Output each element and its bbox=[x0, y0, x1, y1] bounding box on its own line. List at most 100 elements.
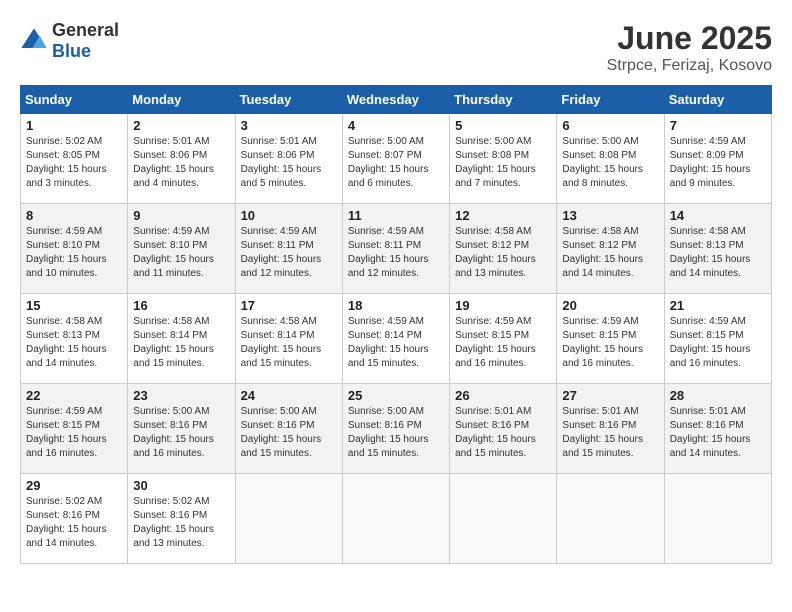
day-number: 11 bbox=[348, 208, 444, 223]
day-number: 7 bbox=[670, 118, 766, 133]
calendar-cell: 19 Sunrise: 4:59 AM Sunset: 8:15 PM Dayl… bbox=[450, 294, 557, 384]
calendar-cell: 27 Sunrise: 5:01 AM Sunset: 8:16 PM Dayl… bbox=[557, 384, 664, 474]
calendar-cell: 30 Sunrise: 5:02 AM Sunset: 8:16 PM Dayl… bbox=[128, 474, 235, 564]
day-info: Sunrise: 5:00 AM Sunset: 8:16 PM Dayligh… bbox=[241, 406, 322, 459]
day-info: Sunrise: 4:59 AM Sunset: 8:10 PM Dayligh… bbox=[26, 226, 107, 279]
day-number: 10 bbox=[241, 208, 337, 223]
calendar-cell bbox=[342, 474, 449, 564]
day-number: 25 bbox=[348, 388, 444, 403]
day-info: Sunrise: 5:02 AM Sunset: 8:16 PM Dayligh… bbox=[133, 496, 214, 549]
calendar-cell: 23 Sunrise: 5:00 AM Sunset: 8:16 PM Dayl… bbox=[128, 384, 235, 474]
day-info: Sunrise: 4:59 AM Sunset: 8:15 PM Dayligh… bbox=[26, 406, 107, 459]
col-saturday: Saturday bbox=[664, 86, 771, 114]
col-thursday: Thursday bbox=[450, 86, 557, 114]
day-number: 6 bbox=[562, 118, 658, 133]
col-monday: Monday bbox=[128, 86, 235, 114]
calendar-cell: 12 Sunrise: 4:58 AM Sunset: 8:12 PM Dayl… bbox=[450, 204, 557, 294]
day-number: 21 bbox=[670, 298, 766, 313]
calendar-cell: 11 Sunrise: 4:59 AM Sunset: 8:11 PM Dayl… bbox=[342, 204, 449, 294]
day-info: Sunrise: 4:58 AM Sunset: 8:12 PM Dayligh… bbox=[562, 226, 643, 279]
day-info: Sunrise: 5:00 AM Sunset: 8:08 PM Dayligh… bbox=[562, 136, 643, 189]
calendar-cell bbox=[235, 474, 342, 564]
calendar-cell: 9 Sunrise: 4:59 AM Sunset: 8:10 PM Dayli… bbox=[128, 204, 235, 294]
day-info: Sunrise: 5:00 AM Sunset: 8:16 PM Dayligh… bbox=[348, 406, 429, 459]
day-info: Sunrise: 4:58 AM Sunset: 8:14 PM Dayligh… bbox=[241, 316, 322, 369]
calendar-cell: 8 Sunrise: 4:59 AM Sunset: 8:10 PM Dayli… bbox=[21, 204, 128, 294]
calendar-cell: 6 Sunrise: 5:00 AM Sunset: 8:08 PM Dayli… bbox=[557, 114, 664, 204]
logo-general: General bbox=[52, 20, 119, 40]
col-sunday: Sunday bbox=[21, 86, 128, 114]
day-info: Sunrise: 5:00 AM Sunset: 8:07 PM Dayligh… bbox=[348, 136, 429, 189]
calendar-week-row: 8 Sunrise: 4:59 AM Sunset: 8:10 PM Dayli… bbox=[21, 204, 772, 294]
day-number: 14 bbox=[670, 208, 766, 223]
location-title: Strpce, Ferizaj, Kosovo bbox=[607, 57, 772, 75]
day-info: Sunrise: 4:59 AM Sunset: 8:11 PM Dayligh… bbox=[348, 226, 429, 279]
calendar-cell: 14 Sunrise: 4:58 AM Sunset: 8:13 PM Dayl… bbox=[664, 204, 771, 294]
logo: General Blue bbox=[20, 20, 119, 62]
calendar-cell: 2 Sunrise: 5:01 AM Sunset: 8:06 PM Dayli… bbox=[128, 114, 235, 204]
day-number: 13 bbox=[562, 208, 658, 223]
day-number: 20 bbox=[562, 298, 658, 313]
calendar-cell: 24 Sunrise: 5:00 AM Sunset: 8:16 PM Dayl… bbox=[235, 384, 342, 474]
day-info: Sunrise: 5:00 AM Sunset: 8:16 PM Dayligh… bbox=[133, 406, 214, 459]
page-container: General Blue June 2025 Strpce, Ferizaj, … bbox=[20, 20, 772, 564]
calendar-cell: 18 Sunrise: 4:59 AM Sunset: 8:14 PM Dayl… bbox=[342, 294, 449, 384]
day-number: 30 bbox=[133, 478, 229, 493]
day-number: 19 bbox=[455, 298, 551, 313]
day-number: 24 bbox=[241, 388, 337, 403]
logo-text: General Blue bbox=[52, 20, 119, 62]
calendar-cell: 17 Sunrise: 4:58 AM Sunset: 8:14 PM Dayl… bbox=[235, 294, 342, 384]
col-friday: Friday bbox=[557, 86, 664, 114]
day-number: 18 bbox=[348, 298, 444, 313]
title-area: June 2025 Strpce, Ferizaj, Kosovo bbox=[607, 20, 772, 75]
calendar-cell: 5 Sunrise: 5:00 AM Sunset: 8:08 PM Dayli… bbox=[450, 114, 557, 204]
calendar-cell: 3 Sunrise: 5:01 AM Sunset: 8:06 PM Dayli… bbox=[235, 114, 342, 204]
day-number: 28 bbox=[670, 388, 766, 403]
day-number: 4 bbox=[348, 118, 444, 133]
calendar-cell bbox=[450, 474, 557, 564]
calendar-cell: 15 Sunrise: 4:58 AM Sunset: 8:13 PM Dayl… bbox=[21, 294, 128, 384]
calendar-cell: 22 Sunrise: 4:59 AM Sunset: 8:15 PM Dayl… bbox=[21, 384, 128, 474]
day-info: Sunrise: 4:59 AM Sunset: 8:09 PM Dayligh… bbox=[670, 136, 751, 189]
calendar-cell: 25 Sunrise: 5:00 AM Sunset: 8:16 PM Dayl… bbox=[342, 384, 449, 474]
day-info: Sunrise: 4:59 AM Sunset: 8:15 PM Dayligh… bbox=[562, 316, 643, 369]
day-number: 27 bbox=[562, 388, 658, 403]
day-info: Sunrise: 4:59 AM Sunset: 8:14 PM Dayligh… bbox=[348, 316, 429, 369]
calendar-cell: 13 Sunrise: 4:58 AM Sunset: 8:12 PM Dayl… bbox=[557, 204, 664, 294]
day-info: Sunrise: 4:58 AM Sunset: 8:13 PM Dayligh… bbox=[670, 226, 751, 279]
day-number: 17 bbox=[241, 298, 337, 313]
day-number: 16 bbox=[133, 298, 229, 313]
calendar-cell: 21 Sunrise: 4:59 AM Sunset: 8:15 PM Dayl… bbox=[664, 294, 771, 384]
calendar-cell: 10 Sunrise: 4:59 AM Sunset: 8:11 PM Dayl… bbox=[235, 204, 342, 294]
calendar-week-row: 29 Sunrise: 5:02 AM Sunset: 8:16 PM Dayl… bbox=[21, 474, 772, 564]
day-number: 1 bbox=[26, 118, 122, 133]
day-info: Sunrise: 5:01 AM Sunset: 8:16 PM Dayligh… bbox=[455, 406, 536, 459]
calendar-table: Sunday Monday Tuesday Wednesday Thursday… bbox=[20, 85, 772, 564]
day-number: 12 bbox=[455, 208, 551, 223]
calendar-cell: 29 Sunrise: 5:02 AM Sunset: 8:16 PM Dayl… bbox=[21, 474, 128, 564]
calendar-header-row: Sunday Monday Tuesday Wednesday Thursday… bbox=[21, 86, 772, 114]
day-info: Sunrise: 5:01 AM Sunset: 8:06 PM Dayligh… bbox=[133, 136, 214, 189]
calendar-cell bbox=[664, 474, 771, 564]
day-number: 2 bbox=[133, 118, 229, 133]
calendar-cell: 28 Sunrise: 5:01 AM Sunset: 8:16 PM Dayl… bbox=[664, 384, 771, 474]
day-info: Sunrise: 4:59 AM Sunset: 8:11 PM Dayligh… bbox=[241, 226, 322, 279]
calendar-week-row: 22 Sunrise: 4:59 AM Sunset: 8:15 PM Dayl… bbox=[21, 384, 772, 474]
day-info: Sunrise: 5:01 AM Sunset: 8:16 PM Dayligh… bbox=[562, 406, 643, 459]
day-number: 5 bbox=[455, 118, 551, 133]
calendar-cell: 4 Sunrise: 5:00 AM Sunset: 8:07 PM Dayli… bbox=[342, 114, 449, 204]
calendar-cell: 16 Sunrise: 4:58 AM Sunset: 8:14 PM Dayl… bbox=[128, 294, 235, 384]
day-info: Sunrise: 5:01 AM Sunset: 8:16 PM Dayligh… bbox=[670, 406, 751, 459]
calendar-cell bbox=[557, 474, 664, 564]
month-title: June 2025 bbox=[607, 20, 772, 57]
day-info: Sunrise: 4:58 AM Sunset: 8:12 PM Dayligh… bbox=[455, 226, 536, 279]
day-number: 9 bbox=[133, 208, 229, 223]
day-info: Sunrise: 4:59 AM Sunset: 8:10 PM Dayligh… bbox=[133, 226, 214, 279]
calendar-week-row: 1 Sunrise: 5:02 AM Sunset: 8:05 PM Dayli… bbox=[21, 114, 772, 204]
calendar-week-row: 15 Sunrise: 4:58 AM Sunset: 8:13 PM Dayl… bbox=[21, 294, 772, 384]
day-info: Sunrise: 5:00 AM Sunset: 8:08 PM Dayligh… bbox=[455, 136, 536, 189]
day-info: Sunrise: 4:59 AM Sunset: 8:15 PM Dayligh… bbox=[670, 316, 751, 369]
day-number: 22 bbox=[26, 388, 122, 403]
day-number: 29 bbox=[26, 478, 122, 493]
calendar-cell: 1 Sunrise: 5:02 AM Sunset: 8:05 PM Dayli… bbox=[21, 114, 128, 204]
